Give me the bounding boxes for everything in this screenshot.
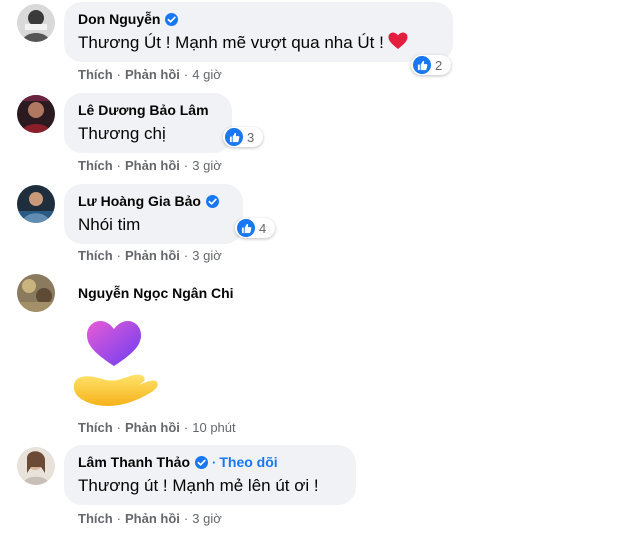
separator-dot: · xyxy=(183,158,189,173)
comment-bubble: Lê Dương Bảo Lâm Thương chị xyxy=(64,93,232,153)
comment-bubble: Lâm Thanh Thảo · Theo dõi Thương út ! Mạ… xyxy=(64,445,356,505)
separator-dot: · xyxy=(116,158,122,173)
separator-dot: · xyxy=(116,420,122,435)
comment-text: Thương út ! Mạnh mẻ lên út ơi ! xyxy=(78,476,319,495)
reaction-count: 4 xyxy=(259,220,267,236)
like-reaction-icon xyxy=(413,56,431,74)
comment-timestamp[interactable]: 3 giờ xyxy=(192,248,222,263)
separator-dot: · xyxy=(183,511,189,526)
reaction-count: 2 xyxy=(435,57,443,73)
reaction-summary[interactable]: 4 xyxy=(235,218,275,238)
reaction-count: 3 xyxy=(247,129,255,145)
comment-text: Nhói tim xyxy=(78,215,141,234)
reaction-summary[interactable]: 3 xyxy=(223,127,263,147)
verified-badge-icon xyxy=(195,455,208,469)
like-button[interactable]: Thích xyxy=(78,158,113,173)
comment-author[interactable]: Lê Dương Bảo Lâm xyxy=(78,102,209,118)
like-button[interactable]: Thích xyxy=(78,248,113,263)
heart-icon xyxy=(388,32,408,56)
separator-dot: · xyxy=(116,248,122,263)
comment-text: Thương chị xyxy=(78,124,166,143)
comment-bubble: Don Nguyễn Thương Út ! Mạnh mẽ vượt qua … xyxy=(64,2,453,62)
reply-button[interactable]: Phản hồi xyxy=(125,511,180,526)
separator-dot: · xyxy=(212,454,217,470)
avatar[interactable] xyxy=(17,4,55,42)
avatar[interactable] xyxy=(17,274,55,312)
like-button[interactable]: Thích xyxy=(78,67,113,82)
like-reaction-icon xyxy=(225,128,243,146)
verified-badge-icon xyxy=(205,194,219,208)
separator-dot: · xyxy=(183,67,189,82)
like-button[interactable]: Thích xyxy=(78,420,113,435)
like-button[interactable]: Thích xyxy=(78,511,113,526)
comment-author[interactable]: Lâm Thanh Thảo xyxy=(78,454,190,470)
comment-bubble: Lư Hoàng Gia Bảo Nhói tim xyxy=(64,184,243,244)
verified-badge-icon xyxy=(165,12,179,26)
like-reaction-icon xyxy=(237,219,255,237)
comment-author[interactable]: Don Nguyễn xyxy=(78,11,160,27)
reply-button[interactable]: Phản hồi xyxy=(125,158,180,173)
separator-dot: · xyxy=(183,420,189,435)
comment-text: Thương Út ! Mạnh mẽ vượt qua nha Út ! xyxy=(78,33,384,52)
comment-timestamp[interactable]: 3 giờ xyxy=(192,158,222,173)
heart-in-hand-sticker[interactable] xyxy=(72,318,162,410)
separator-dot: · xyxy=(183,248,189,263)
comment-timestamp[interactable]: 4 giờ xyxy=(192,67,222,82)
comment-timestamp[interactable]: 10 phút xyxy=(192,420,235,435)
separator-dot: · xyxy=(116,511,122,526)
reply-button[interactable]: Phản hồi xyxy=(125,67,180,82)
comment-timestamp[interactable]: 3 giờ xyxy=(192,511,222,526)
separator-dot: · xyxy=(116,67,122,82)
reply-button[interactable]: Phản hồi xyxy=(125,420,180,435)
avatar[interactable] xyxy=(17,447,55,485)
avatar[interactable] xyxy=(17,185,55,223)
avatar[interactable] xyxy=(17,95,55,133)
comment-author[interactable]: Nguyễn Ngọc Ngân Chi xyxy=(78,285,234,301)
comment-author[interactable]: Lư Hoàng Gia Bảo xyxy=(78,193,201,209)
follow-button[interactable]: Theo dõi xyxy=(219,454,277,470)
reply-button[interactable]: Phản hồi xyxy=(125,248,180,263)
reaction-summary[interactable]: 2 xyxy=(411,55,451,75)
